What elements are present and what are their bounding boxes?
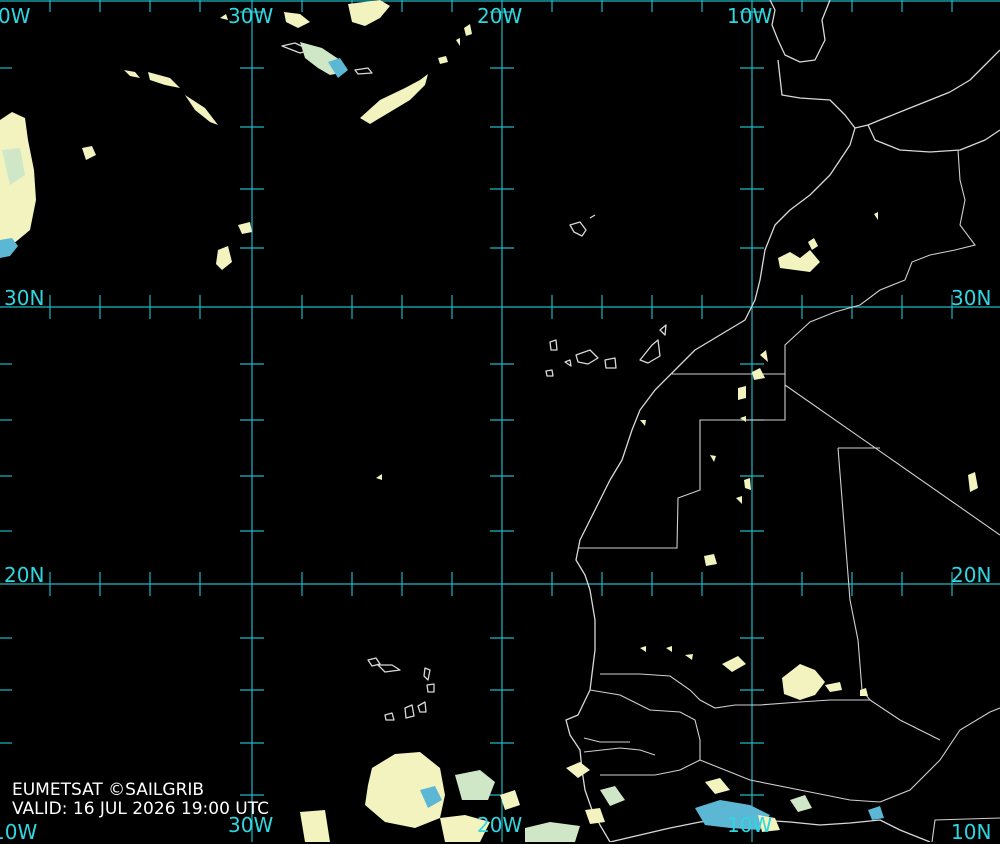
lon-label-top: 20W xyxy=(477,4,523,28)
lon-label-bottom: 10W xyxy=(0,820,38,844)
satellite-map[interactable] xyxy=(0,0,1000,842)
lon-label-bottom: 20W xyxy=(477,813,523,837)
lon-label-top: 10W xyxy=(727,4,773,28)
lat-label-left: 30N xyxy=(4,286,45,310)
lon-label-top: 30W xyxy=(228,4,274,28)
valid-time-text: VALID: 16 JUL 2026 19:00 UTC xyxy=(12,799,270,819)
lat-label-left: 20N xyxy=(4,563,45,587)
lat-label-right: 30N xyxy=(951,286,992,310)
lon-label-top: 0W xyxy=(0,4,31,28)
credit-text: EUMETSAT ©SAILGRIB xyxy=(12,780,205,800)
lat-label-right: 20N xyxy=(951,563,992,587)
lat-label-bottom-right: 10N xyxy=(951,820,992,844)
lon-label-bottom: 10W xyxy=(727,813,773,837)
